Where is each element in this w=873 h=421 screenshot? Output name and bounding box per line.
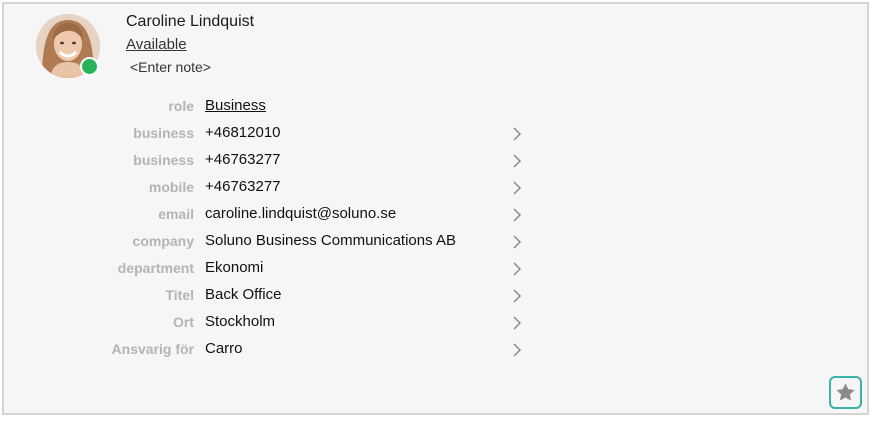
- chevron-right-icon[interactable]: [511, 261, 523, 277]
- detail-row-business-2[interactable]: business +46763277: [4, 149, 534, 173]
- detail-label: company: [132, 233, 194, 249]
- detail-label: Ansvarig för: [111, 341, 194, 357]
- detail-value: Carro: [205, 340, 243, 357]
- detail-label: business: [133, 152, 194, 168]
- detail-row-ort[interactable]: Ort Stockholm: [4, 311, 534, 335]
- detail-label: Ort: [173, 314, 194, 330]
- detail-value: caroline.lindquist@soluno.se: [205, 205, 397, 222]
- chevron-right-icon[interactable]: [511, 288, 523, 304]
- detail-row-ansvarig[interactable]: Ansvarig för Carro: [4, 338, 534, 362]
- detail-label: department: [117, 260, 194, 276]
- detail-label: business: [133, 125, 194, 141]
- detail-label: email: [158, 206, 194, 222]
- chevron-right-icon[interactable]: [511, 153, 523, 169]
- presence-indicator: [80, 57, 99, 76]
- contact-name: Caroline Lindquist: [126, 13, 255, 30]
- detail-label: role: [168, 98, 194, 114]
- avatar[interactable]: [36, 14, 100, 78]
- detail-row-titel[interactable]: Titel Back Office: [4, 284, 534, 308]
- chevron-right-icon[interactable]: [511, 180, 523, 196]
- contact-card: Caroline Lindquist Available <Enter note…: [2, 2, 869, 415]
- detail-value: +46763277: [205, 151, 281, 168]
- detail-row-role: role Business: [4, 95, 534, 119]
- favorite-button[interactable]: [829, 376, 862, 409]
- detail-value: Ekonomi: [205, 259, 264, 276]
- detail-value: +46812010: [205, 124, 281, 141]
- detail-row-email[interactable]: email caroline.lindquist@soluno.se: [4, 203, 534, 227]
- chevron-right-icon[interactable]: [511, 126, 523, 142]
- detail-value: Back Office: [205, 286, 282, 303]
- detail-value: Stockholm: [205, 313, 276, 330]
- role-link[interactable]: Business: [205, 97, 266, 114]
- detail-row-mobile[interactable]: mobile +46763277: [4, 176, 534, 200]
- chevron-right-icon[interactable]: [511, 342, 523, 358]
- detail-label: mobile: [148, 179, 194, 195]
- chevron-right-icon[interactable]: [511, 234, 523, 250]
- detail-row-business-1[interactable]: business +46812010: [4, 122, 534, 146]
- detail-value: +46763277: [205, 178, 281, 195]
- detail-row-department[interactable]: department Ekonomi: [4, 257, 534, 281]
- detail-value: Soluno Business Communications AB: [205, 232, 456, 249]
- detail-row-company[interactable]: company Soluno Business Communications A…: [4, 230, 534, 254]
- chevron-right-icon[interactable]: [511, 315, 523, 331]
- star-icon: [836, 383, 855, 401]
- detail-label: Titel: [165, 287, 194, 303]
- note-field[interactable]: <Enter note>: [130, 59, 211, 75]
- chevron-right-icon[interactable]: [511, 207, 523, 223]
- presence-status-link[interactable]: Available: [126, 36, 187, 53]
